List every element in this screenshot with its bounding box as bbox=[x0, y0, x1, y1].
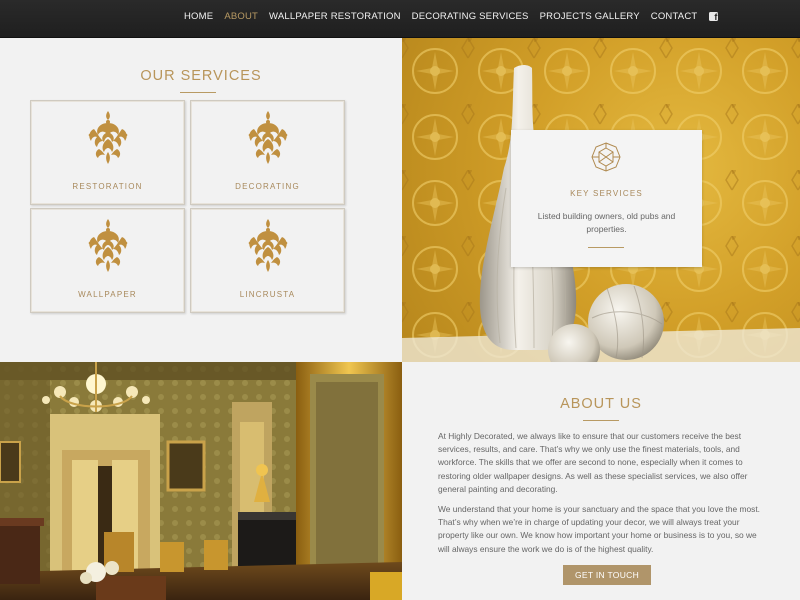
services-section: OUR SERVICES RESTORATION DECORATING WALL… bbox=[0, 38, 402, 362]
about-section: ABOUT US At Highly Decorated, we always … bbox=[402, 362, 800, 600]
service-card-label: DECORATING bbox=[235, 182, 300, 191]
about-paragraph-1: At Highly Decorated, we always like to e… bbox=[438, 431, 748, 494]
damask-ornament-icon bbox=[88, 111, 128, 164]
service-card-lincrusta[interactable]: LINCRUSTA bbox=[190, 208, 345, 313]
octagon-gem-icon bbox=[591, 142, 621, 172]
nav-menu: HOME ABOUT WALLPAPER RESTORATION DECORAT… bbox=[184, 11, 719, 22]
service-card-wallpaper[interactable]: WALLPAPER bbox=[30, 208, 185, 313]
nav-item-home[interactable]: HOME bbox=[184, 11, 213, 22]
top-navigation: HOME ABOUT WALLPAPER RESTORATION DECORAT… bbox=[0, 0, 800, 38]
key-services-card[interactable]: KEY SERVICES Listed building owners, old… bbox=[511, 130, 702, 267]
services-title: OUR SERVICES bbox=[140, 68, 262, 84]
damask-ornament-icon bbox=[248, 219, 288, 272]
nav-item-projects-gallery[interactable]: PROJECTS GALLERY bbox=[540, 11, 640, 22]
get-in-touch-button[interactable]: GET IN TOUCH bbox=[563, 565, 651, 585]
nav-item-contact[interactable]: CONTACT bbox=[651, 11, 698, 22]
about-title: ABOUT US bbox=[560, 396, 642, 412]
service-card-restoration[interactable]: RESTORATION bbox=[30, 100, 185, 205]
about-paragraph-2: We understand that your home is your san… bbox=[438, 504, 760, 554]
key-services-text: Listed building owners, old pubs and pro… bbox=[537, 211, 676, 234]
nav-item-decorating-services[interactable]: DECORATING SERVICES bbox=[412, 11, 529, 22]
wallpaper-vase-photo: KEY SERVICES Listed building owners, old… bbox=[402, 38, 800, 362]
nav-item-about[interactable]: ABOUT bbox=[224, 11, 258, 22]
service-card-decorating[interactable]: DECORATING bbox=[190, 100, 345, 205]
damask-ornament-icon bbox=[248, 111, 288, 164]
service-card-label: WALLPAPER bbox=[78, 290, 137, 299]
title-divider bbox=[180, 92, 216, 93]
room-interior-image bbox=[0, 362, 402, 600]
service-card-label: RESTORATION bbox=[72, 182, 143, 191]
facebook-icon[interactable]: f bbox=[709, 12, 719, 22]
about-title-divider bbox=[583, 420, 619, 421]
service-card-label: LINCRUSTA bbox=[239, 290, 296, 299]
key-services-title: KEY SERVICES bbox=[570, 189, 643, 198]
damask-ornament-icon bbox=[88, 219, 128, 272]
ornate-room-photo bbox=[0, 362, 402, 600]
nav-item-wallpaper-restoration[interactable]: WALLPAPER RESTORATION bbox=[269, 11, 401, 22]
key-services-divider bbox=[588, 247, 624, 248]
